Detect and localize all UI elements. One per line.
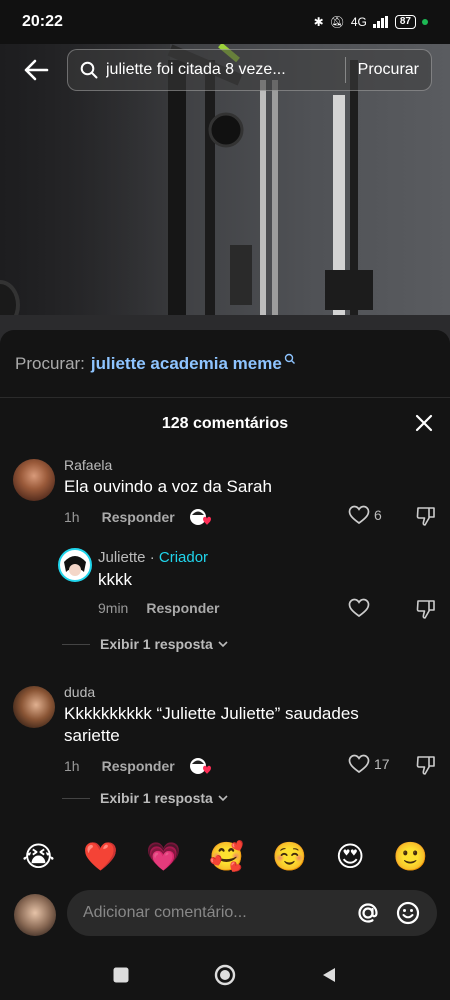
circle-icon — [214, 964, 236, 986]
arrow-left-icon — [24, 59, 49, 81]
comments-count: 128 comentários — [161, 415, 289, 432]
battery-icon: 87 — [394, 15, 416, 29]
view-replies-button[interactable]: Exibir 1 resposta — [62, 790, 229, 806]
comment-time: 9min — [98, 600, 129, 616]
privacy-dot — [422, 19, 428, 25]
comment-input[interactable]: Adicionar comentário... — [67, 890, 437, 936]
comment-username: Juliette · Criador — [98, 549, 208, 566]
related-search-link[interactable]: Procurar: juliette academia meme — [0, 330, 450, 398]
comment-reply-item: Juliette · Criador kkkk 9min Responder E… — [0, 545, 450, 660]
mute-icon: 🔕︎ — [329, 15, 345, 29]
search-icon — [284, 353, 295, 364]
creator-liked-icon — [189, 509, 211, 525]
dislike-icon[interactable] — [415, 754, 437, 776]
emoji-quick-reactions: 😭 ❤️ 💗 🥰 ☺️ 😍 🙂 — [0, 836, 450, 876]
square-icon — [113, 967, 129, 983]
search-icon — [80, 61, 98, 79]
comment-input-placeholder[interactable]: Adicionar comentário... — [83, 904, 341, 922]
comment-username[interactable]: duda — [64, 684, 95, 700]
view-replies-label: Exibir 1 resposta — [100, 790, 213, 806]
emoji-smiling-hearts[interactable]: 🥰 — [209, 840, 244, 873]
system-nav-bar — [0, 950, 450, 1000]
comment-text: kkkk — [98, 570, 132, 589]
dislike-icon[interactable] — [415, 598, 437, 620]
emoji-blushing[interactable]: ☺️ — [272, 840, 307, 873]
comment-item: duda Kkkkkkkkkk “Juliette Juliette” saud… — [0, 682, 450, 807]
search-button[interactable]: Procurar — [358, 61, 419, 79]
comment-text: Kkkkkkkkkk “Juliette Juliette” saudades … — [64, 704, 359, 745]
creator-liked-badge — [189, 507, 213, 527]
dislike-icon[interactable] — [415, 505, 437, 527]
avatar[interactable] — [13, 459, 55, 501]
related-search-query[interactable]: juliette academia meme — [91, 354, 282, 374]
emoji-slight-smile[interactable]: 🙂 — [393, 840, 428, 873]
heart-icon — [348, 598, 370, 618]
signal-icon — [372, 16, 388, 28]
avatar[interactable] — [58, 548, 92, 582]
reply-button[interactable]: Responder — [102, 758, 175, 774]
user-avatar — [14, 894, 56, 936]
status-icons: ✱ 🔕︎ 4G 87 — [314, 15, 428, 29]
recents-button[interactable] — [109, 963, 133, 987]
triangle-back-icon — [323, 968, 335, 982]
comment-meta: 1h Responder — [64, 756, 213, 776]
mention-icon[interactable] — [355, 900, 381, 926]
emoji-growing-heart[interactable]: 💗 — [146, 840, 181, 873]
search-header: juliette foi citada 8 veze... Procurar — [0, 46, 450, 94]
divider-line — [62, 797, 90, 799]
status-bar: 20:22 ✱ 🔕︎ 4G 87 — [0, 0, 450, 44]
close-icon[interactable] — [412, 411, 436, 435]
chevron-down-icon — [218, 795, 228, 802]
emoji-picker-icon[interactable] — [395, 900, 421, 926]
comments-header: 128 comentários — [0, 398, 450, 450]
search-box[interactable]: juliette foi citada 8 veze... Procurar — [67, 49, 432, 91]
network-label: 4G — [350, 15, 367, 29]
reply-button[interactable]: Responder — [146, 600, 219, 616]
divider-line — [62, 643, 90, 645]
avatar[interactable] — [13, 686, 55, 728]
comment-text: Ela ouvindo a voz da Sarah — [64, 477, 272, 496]
back-nav-button[interactable] — [317, 963, 341, 987]
username-separator: · — [149, 549, 155, 566]
search-input[interactable]: juliette foi citada 8 veze... — [106, 61, 333, 79]
chevron-down-icon — [218, 641, 228, 648]
like-button[interactable]: 6 — [348, 505, 382, 525]
like-count: 6 — [374, 507, 382, 523]
heart-icon — [348, 505, 370, 525]
reply-button[interactable]: Responder — [102, 509, 175, 525]
comment-meta: 1h Responder — [64, 507, 213, 527]
emoji-heart-eyes[interactable]: 😍 — [336, 840, 365, 873]
view-replies-label: Exibir 1 resposta — [100, 636, 213, 652]
emoji-crying[interactable]: 😭 — [22, 840, 55, 873]
back-button[interactable] — [16, 50, 56, 90]
like-button[interactable]: 17 — [348, 754, 390, 774]
heart-icon — [348, 754, 370, 774]
home-button[interactable] — [213, 963, 237, 987]
creator-liked-icon — [189, 758, 211, 774]
comment-time: 1h — [64, 509, 80, 525]
comment-item: Rafaela Ela ouvindo a voz da Sarah 1h Re… — [0, 455, 450, 535]
status-time: 20:22 — [22, 13, 63, 30]
comment-meta: 9min Responder — [98, 600, 219, 616]
like-count: 17 — [374, 756, 390, 772]
reply-username[interactable]: Juliette — [98, 549, 146, 566]
juliette-avatar-image — [64, 556, 86, 576]
like-button[interactable] — [348, 598, 370, 618]
comment-input-row: Adicionar comentário... — [0, 888, 450, 940]
search-divider — [344, 57, 346, 83]
bluetooth-icon: ✱ — [313, 15, 324, 29]
comment-username[interactable]: Rafaela — [64, 457, 112, 473]
creator-liked-badge — [189, 756, 213, 776]
creator-badge: Criador — [158, 549, 209, 566]
view-replies-button[interactable]: Exibir 1 resposta — [62, 636, 229, 652]
comment-time: 1h — [64, 758, 80, 774]
emoji-red-heart[interactable]: ❤️ — [83, 840, 118, 873]
related-search-label: Procurar: — [15, 353, 85, 373]
